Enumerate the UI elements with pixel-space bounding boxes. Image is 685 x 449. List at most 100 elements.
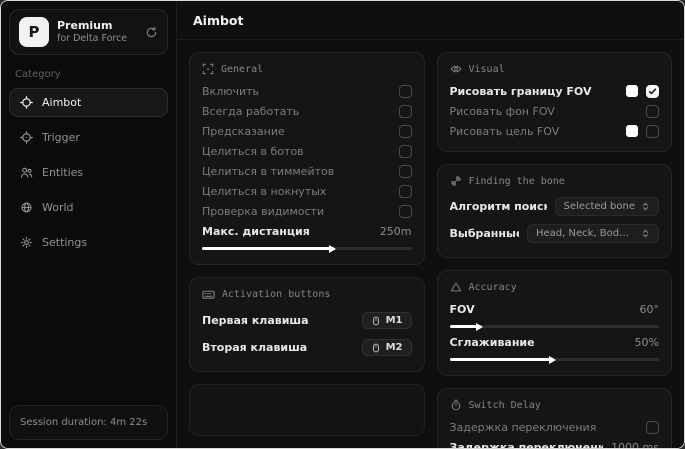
keybind-key: M1 [385, 315, 403, 326]
panel-title: Switch Delay [468, 399, 541, 411]
accuracy-panel: Accuracy FOV 60° Сглаживание 50% [436, 270, 672, 376]
toggle-row: Целиться в тиммейтов [202, 161, 412, 181]
toggle-row: Проверка видимости [202, 201, 412, 221]
visual-label: Рисовать фон FOV [449, 104, 555, 118]
visual-row: Рисовать фон FOV [449, 101, 659, 121]
checkbox[interactable] [398, 184, 412, 198]
sidebar-item-label: Aimbot [42, 96, 82, 109]
slider-row: Макс. дистанция 250m [202, 221, 412, 241]
sidebar-nav: Aimbot Trigger Entities World Settings [9, 88, 168, 257]
color-swatch[interactable] [626, 85, 638, 97]
gear-icon [20, 236, 33, 249]
triangle-icon [450, 281, 462, 293]
toggle-label: Целиться в нокнутых [202, 184, 327, 198]
sidebar-item-label: Trigger [42, 131, 80, 144]
checkbox[interactable] [398, 124, 412, 138]
selected-bones-select[interactable]: Head, Neck, Body, Pe.. [527, 224, 659, 243]
session-duration: Session duration: 4m 22s [9, 405, 168, 440]
toggle-label: Целиться в тиммейтов [202, 164, 335, 178]
visual-label: Рисовать границу FOV [449, 84, 592, 98]
slider-value: 250m [379, 224, 412, 238]
checkbox[interactable] [398, 84, 412, 98]
refresh-icon[interactable] [145, 26, 158, 39]
toggle-label: Всегда работать [202, 104, 300, 118]
toggle-label: Задержка переключения [449, 420, 597, 434]
sidebar-item-trigger[interactable]: Trigger [9, 123, 168, 152]
page-title: Aimbot [193, 12, 244, 28]
toggle-label: Проверка видимости [202, 204, 325, 218]
keybind-button-m2[interactable]: M2 [361, 339, 412, 356]
slider-label: Сглаживание [449, 335, 535, 349]
toggle-row: Всегда работать [202, 101, 412, 121]
slider-row: FOV 60° [450, 299, 660, 319]
keybind-row: Вторая клавиша M2 [202, 334, 412, 361]
visual-row: Рисовать границу FOV [449, 81, 659, 101]
brand-logo: P [19, 17, 49, 47]
left-column: General Включить Всегда работать Предска… [189, 52, 425, 436]
keyboard-icon [202, 288, 215, 301]
toggle-row: Задержка переключения [449, 417, 659, 437]
main-header: Aimbot [177, 1, 684, 40]
scan-icon [202, 63, 214, 75]
sidebar-item-aimbot[interactable]: Aimbot [9, 88, 168, 117]
visual-panel: Visual Рисовать границу FOV Рисовать фон… [436, 52, 672, 152]
sidebar-item-label: World [42, 201, 74, 214]
bone-icon [450, 175, 462, 187]
slider-value: 50% [634, 335, 659, 349]
switch-delay-panel: Switch Delay Задержка переключения Задер… [436, 388, 672, 449]
smoothing-slider[interactable] [449, 358, 659, 361]
mouse-icon [371, 343, 381, 353]
empty-panel [189, 384, 425, 436]
sidebar-item-settings[interactable]: Settings [9, 228, 168, 257]
checkbox[interactable] [398, 144, 412, 158]
slider-label: Макс. дистанция [202, 224, 310, 238]
color-swatch[interactable] [626, 125, 638, 137]
toggle-row: Включить [202, 81, 412, 101]
keybind-label: Вторая клавиша [202, 341, 308, 354]
bone-algorithm-select[interactable]: Selected bone [554, 197, 659, 216]
slider-value: 1000 ms [611, 440, 659, 449]
slider-row: Сглаживание 50% [450, 332, 660, 352]
fov-slider[interactable] [449, 325, 659, 328]
brand-title: Premium [57, 19, 113, 33]
checkbox[interactable] [398, 164, 412, 178]
keybind-key: M2 [385, 342, 403, 353]
activation-buttons-panel: Activation buttons Первая клавиша M1 Вто… [189, 277, 425, 372]
checkbox[interactable] [398, 104, 412, 118]
panel-title: Accuracy [468, 281, 517, 293]
checkbox[interactable] [646, 84, 659, 98]
finding-bone-panel: Finding the bone Алгоритм поиска кост Se… [436, 164, 672, 258]
sidebar-item-label: Entities [42, 166, 84, 179]
mouse-icon [371, 316, 381, 326]
content: General Включить Всегда работать Предска… [177, 40, 684, 448]
crosshair-icon [20, 96, 33, 109]
brand-subtitle: for Delta Force [57, 32, 128, 44]
sidebar: P Premium for Delta Force Category Aimbo… [1, 1, 177, 448]
eye-icon [450, 63, 462, 75]
slider-label: FOV [449, 302, 475, 316]
checkbox[interactable] [646, 104, 659, 118]
max-distance-slider[interactable] [202, 247, 412, 250]
main-area: Aimbot General Включить Всегда работать … [177, 1, 684, 448]
toggle-row: Предсказание [202, 121, 412, 141]
slider-label: Задержка переключения (мс) [449, 440, 604, 449]
panel-title: General [221, 63, 264, 75]
unfold-icon [641, 202, 650, 211]
slider-row: Задержка переключения (мс) 1000 ms [449, 437, 660, 449]
sidebar-item-world[interactable]: World [9, 193, 168, 222]
checkbox[interactable] [646, 420, 659, 434]
brand-card: P Premium for Delta Force [9, 9, 168, 55]
app-window: P Premium for Delta Force Category Aimbo… [0, 0, 685, 449]
panel-title: Finding the bone [468, 175, 565, 187]
unfold-icon [641, 229, 650, 238]
sidebar-item-entities[interactable]: Entities [9, 158, 168, 187]
panel-title: Activation buttons [222, 289, 331, 300]
general-panel: General Включить Всегда работать Предска… [189, 52, 425, 265]
trigger-icon [20, 131, 33, 144]
selected-value: Head, Neck, Body, Pe.. [536, 228, 635, 239]
keybind-button-m1[interactable]: M1 [361, 312, 412, 329]
checkbox[interactable] [398, 204, 412, 218]
selected-value: Selected bone [563, 201, 635, 212]
toggle-label: Целиться в ботов [202, 144, 304, 158]
checkbox[interactable] [646, 124, 659, 138]
